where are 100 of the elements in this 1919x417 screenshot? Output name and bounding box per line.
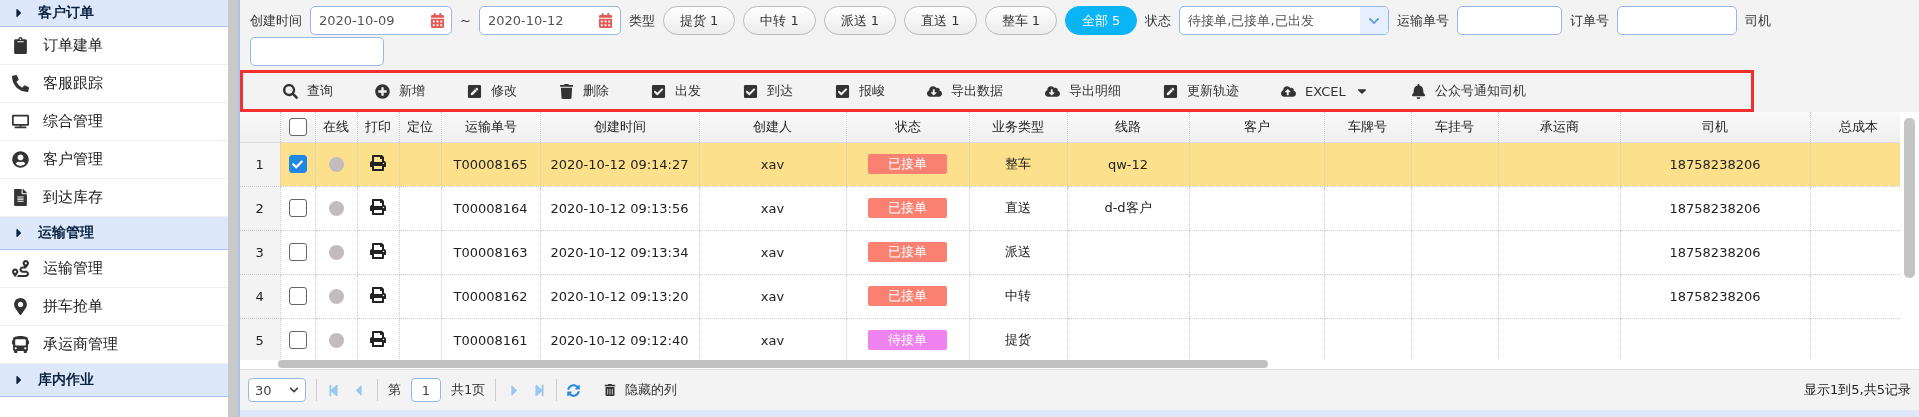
toolbar-button[interactable]: 删除 [545,78,623,104]
column-header[interactable]: 打印 [357,112,399,142]
hidden-columns-button[interactable]: 隐藏的列 [590,377,692,403]
checkbox[interactable] [288,199,307,217]
column-header[interactable]: 状态 [846,112,969,142]
input-field[interactable] [1457,6,1563,35]
toolbar-button[interactable]: 出发 [637,78,715,104]
print-icon[interactable] [370,198,386,215]
column-header[interactable]: 线路 [1067,112,1189,142]
table-cell: 18758238206 [1669,288,1761,304]
phone-icon [12,75,29,92]
column-header[interactable]: 车挂号 [1411,112,1498,142]
horizontal-scrollbar[interactable] [278,360,1268,368]
calendar-icon [598,13,614,28]
checkbox[interactable] [288,243,307,261]
toolbar-button[interactable]: 到达 [729,78,807,104]
checkbox[interactable] [288,117,307,136]
column-header[interactable]: 承运商 [1498,112,1620,142]
input-field[interactable] [250,37,384,66]
toolbar-button[interactable]: 更新轨迹 [1149,78,1253,104]
table-cell: 2020-10-12 09:13:20 [550,288,689,304]
sidebar-item[interactable]: 订单建单 [0,27,228,65]
status-badge: 待接单 [868,330,947,350]
edit-icon [467,83,482,99]
trash-icon [559,83,574,99]
column-header[interactable]: 司机 [1620,112,1810,142]
toolbar-button[interactable]: 导出数据 [913,78,1017,104]
sidebar-item[interactable]: 客户管理 [0,141,228,179]
checkbox[interactable] [288,331,307,349]
row-number: 4 [255,288,264,304]
record-summary: 显示1到5,共5记录 [1804,381,1911,399]
table-cell: 2020-10-12 09:13:56 [550,200,689,216]
table-row[interactable]: 2 T00008164 2020-10-12 09:13:56 xav 已接单 直送 d-d客户 18758238206 [240,186,1900,230]
row-number: 3 [255,244,264,260]
toolbar-button[interactable]: 新增 [361,78,439,104]
column-header[interactable]: 创建时间 [540,112,699,142]
date-field[interactable]: 2020-10-12 [478,6,621,35]
table-row[interactable]: 4 T00008162 2020-10-12 09:13:20 xav 已接单 中转 18758238206 [240,274,1900,318]
column-header[interactable]: 车牌号 [1324,112,1411,142]
sidebar-group-header[interactable]: 库内作业 [0,364,228,397]
sidebar-item[interactable]: 运输管理 [0,250,228,288]
table-row[interactable]: 1 T00008165 2020-10-12 09:14:27 xav 已接单 整车 qw-12 18758238206 [240,142,1900,186]
table-cell: 提货 [1005,332,1031,347]
status-badge: 已接单 [868,198,947,218]
page-size-select[interactable]: 30 [248,378,306,402]
print-icon[interactable] [370,154,386,171]
toolbar-button[interactable]: 公众号通知司机 [1396,78,1540,104]
table-cell: 中转 [1005,288,1031,303]
status-select[interactable]: 待接单,已接单,已出发 [1179,6,1390,35]
filter-label: 司机 [1745,11,1772,30]
toolbar-button[interactable]: EXCEL [1267,79,1383,103]
bell-icon [1410,83,1426,99]
status-badge: 已接单 [868,286,947,306]
table-cell: xav [760,156,785,172]
table-cell: 派送 [1005,244,1031,259]
filter-label: 状态 [1145,11,1172,30]
type-filter-pill[interactable]: 直送 1 [904,6,977,35]
column-header[interactable]: 运输单号 [441,112,540,142]
sidebar-group-header[interactable]: 运输管理 [0,217,228,250]
checkbox-icon [743,83,758,99]
column-header[interactable]: 总成本 [1810,112,1900,142]
table-cell: 直送 [1005,200,1031,215]
table-row[interactable]: 5 T00008161 2020-10-12 09:12:40 xav 待接单 提货 [240,318,1900,360]
date-field[interactable]: 2020-10-09 [310,6,452,35]
sidebar-item[interactable]: 拼车抢单 [0,288,228,326]
type-filter-pill[interactable]: 提货 1 [662,6,736,35]
toolbar-button[interactable]: 查询 [269,78,347,104]
toolbar-button[interactable]: 导出明细 [1031,78,1135,104]
map-pin-icon [12,298,29,315]
table-cell: T00008165 [453,156,528,172]
column-header[interactable]: 业务类型 [969,112,1067,142]
print-icon[interactable] [370,242,386,259]
column-header[interactable]: 创建人 [699,112,846,142]
route-icon [12,260,29,277]
type-filter-pill[interactable]: 派送 1 [823,6,897,35]
cloud-download-icon [927,83,942,99]
table-row[interactable]: 3 T00008163 2020-10-12 09:13:34 xav 已接单 派送 18758238206 [240,230,1900,274]
refresh-icon[interactable] [567,383,581,397]
checkbox[interactable] [288,287,307,305]
print-icon[interactable] [370,286,386,303]
sidebar-group-header[interactable]: 客户订单 [0,0,228,27]
table-cell: xav [760,200,785,216]
table-cell: qw-12 [1107,156,1149,172]
checkbox[interactable] [288,155,307,173]
page-input[interactable]: 1 [411,378,441,402]
filter-label: 订单号 [1570,11,1610,30]
input-field[interactable] [1617,6,1738,35]
type-filter-pill[interactable]: 整车 1 [984,6,1057,35]
monitor-icon [12,113,29,130]
column-header[interactable]: 在线 [315,112,357,142]
filter-label: 运输单号 [1397,11,1450,30]
vertical-scrollbar[interactable] [1904,118,1915,278]
print-icon[interactable] [370,330,386,347]
column-header[interactable]: 客户 [1189,112,1324,142]
table-cell: 2020-10-12 09:13:34 [550,244,689,260]
toolbar-button[interactable]: 修改 [453,78,531,104]
column-header[interactable]: 定位 [399,112,441,142]
table-cell: xav [760,288,785,304]
toolbar-button[interactable]: 报峻 [821,78,899,104]
type-filter-pill[interactable]: 中转 1 [743,6,816,35]
